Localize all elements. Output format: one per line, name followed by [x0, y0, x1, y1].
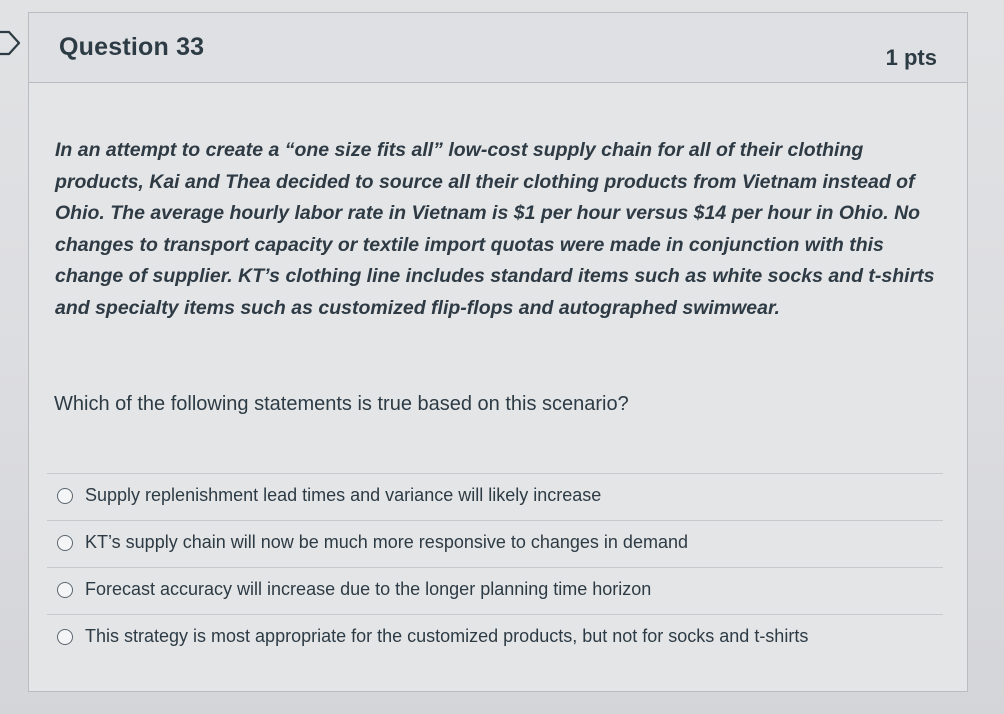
answer-list: Supply replenishment lead times and vari…: [47, 473, 943, 662]
radio-unselected-icon[interactable]: [57, 582, 73, 598]
chevron-right-icon[interactable]: [0, 30, 22, 56]
answer-option[interactable]: KT’s supply chain will now be much more …: [47, 521, 943, 568]
answer-option[interactable]: Supply replenishment lead times and vari…: [47, 474, 943, 521]
question-body: In an attempt to create a “one size fits…: [29, 83, 967, 691]
radio-unselected-icon[interactable]: [57, 535, 73, 551]
answer-label[interactable]: This strategy is most appropriate for th…: [85, 626, 808, 647]
question-header: Question 33 1 pts: [29, 13, 967, 83]
answer-option[interactable]: This strategy is most appropriate for th…: [47, 615, 943, 662]
radio-unselected-icon[interactable]: [57, 488, 73, 504]
radio-unselected-icon[interactable]: [57, 629, 73, 645]
answer-label[interactable]: Forecast accuracy will increase due to t…: [85, 579, 651, 600]
answer-option[interactable]: Forecast accuracy will increase due to t…: [47, 568, 943, 615]
answer-label[interactable]: KT’s supply chain will now be much more …: [85, 532, 688, 553]
question-title: Question 33: [59, 33, 205, 61]
question-prompt: Which of the following statements is tru…: [54, 393, 629, 415]
question-scenario-text: In an attempt to create a “one size fits…: [55, 139, 935, 319]
question-card: Question 33 1 pts In an attempt to creat…: [28, 12, 968, 692]
answer-label[interactable]: Supply replenishment lead times and vari…: [85, 485, 601, 506]
question-points: 1 pts: [885, 45, 937, 70]
